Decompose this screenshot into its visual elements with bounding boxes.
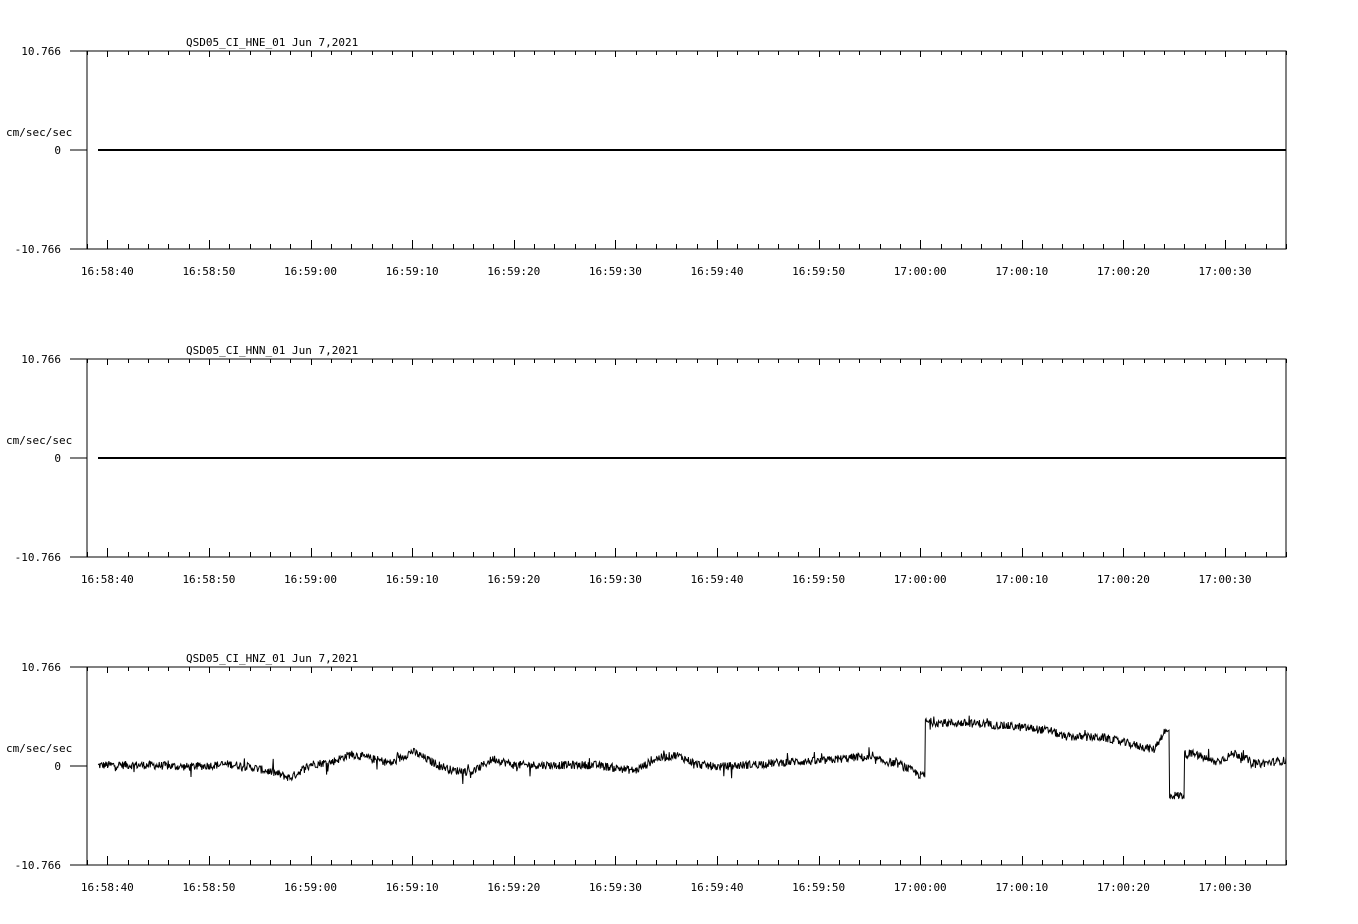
x-tick-label: 17:00:10: [995, 265, 1048, 278]
x-tick-label: 16:58:40: [81, 265, 134, 278]
y-tick-label: 0: [54, 452, 61, 465]
x-tick-label: 16:59:40: [690, 265, 743, 278]
x-tick-label: 16:59:40: [690, 573, 743, 586]
x-tick-label: 17:00:10: [995, 881, 1048, 894]
x-tick-label: 16:59:50: [792, 881, 845, 894]
panel-title: QSD05_CI_HNZ_01 Jun 7,2021: [186, 652, 358, 665]
seismogram-figure: QSD05_CI_HNE_01 Jun 7,2021 cm/sec/sec 10.7…: [6, 36, 1287, 894]
panel-title: QSD05_CI_HNN_01 Jun 7,2021: [186, 344, 358, 357]
x-tick-label: 16:59:00: [284, 881, 337, 894]
x-tick-label: 16:59:40: [690, 881, 743, 894]
x-tick-label: 16:58:50: [182, 265, 235, 278]
y-tick-label: 10.766: [21, 661, 61, 674]
x-tick-label: 16:59:00: [284, 573, 337, 586]
x-tick-label: 16:59:20: [487, 265, 540, 278]
y-tick-label: -10.766: [15, 551, 61, 564]
y-tick-label: -10.766: [15, 859, 61, 872]
x-tick-label: 16:58:50: [182, 573, 235, 586]
y-tick-label: 10.766: [21, 353, 61, 366]
y-axis-label: cm/sec/sec: [6, 126, 72, 139]
y-axis-label: cm/sec/sec: [6, 742, 72, 755]
x-tick-label: 16:59:30: [589, 573, 642, 586]
x-tick-label: 16:59:50: [792, 265, 845, 278]
x-tick-label: 16:59:20: [487, 881, 540, 894]
plot-frame: [86, 666, 1287, 866]
x-tick-label: 17:00:30: [1199, 573, 1252, 586]
x-tick-label: 16:59:50: [792, 573, 845, 586]
waveform-series: [97, 715, 1287, 800]
x-tick-label: 17:00:20: [1097, 573, 1150, 586]
x-tick-label: 16:58:40: [81, 881, 134, 894]
x-tick-label: 17:00:30: [1199, 265, 1252, 278]
x-tick-label: 16:59:00: [284, 265, 337, 278]
x-tick-label: 17:00:00: [894, 881, 947, 894]
x-tick-label: 16:59:10: [386, 573, 439, 586]
x-tick-label: 16:59:30: [589, 881, 642, 894]
y-tick-label: -10.766: [15, 243, 61, 256]
x-tick-label: 17:00:10: [995, 573, 1048, 586]
y-tick-label: 0: [54, 144, 61, 157]
panel-title: QSD05_CI_HNE_01 Jun 7,2021: [186, 36, 358, 49]
x-tick-label: 16:58:40: [81, 573, 134, 586]
x-tick-label: 16:59:20: [487, 573, 540, 586]
x-tick-label: 17:00:00: [894, 265, 947, 278]
y-tick-label: 10.766: [21, 45, 61, 58]
x-tick-label: 17:00:20: [1097, 881, 1150, 894]
y-tick-label: 0: [54, 760, 61, 773]
x-tick-label: 17:00:20: [1097, 265, 1150, 278]
x-tick-label: 16:59:10: [386, 881, 439, 894]
x-tick-label: 16:59:30: [589, 265, 642, 278]
y-axis-label: cm/sec/sec: [6, 434, 72, 447]
x-tick-label: 17:00:00: [894, 573, 947, 586]
x-tick-label: 16:59:10: [386, 265, 439, 278]
x-tick-label: 16:58:50: [182, 881, 235, 894]
x-tick-label: 17:00:30: [1199, 881, 1252, 894]
